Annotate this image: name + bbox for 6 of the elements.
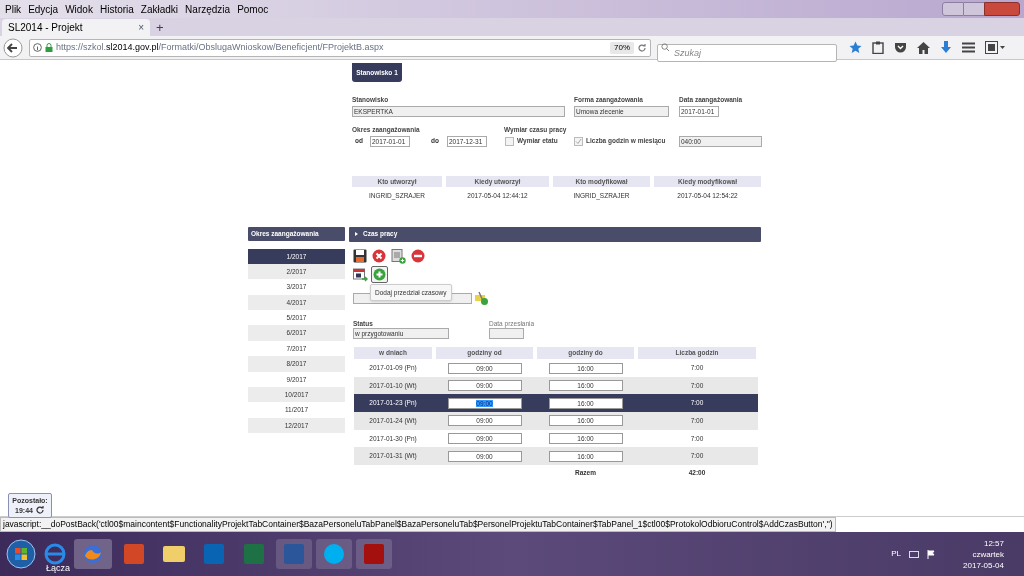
tab-title: SL2014 - Projekt [8, 21, 83, 35]
weekday: czwartek [972, 548, 1004, 560]
hover-label: Łącza [46, 561, 71, 575]
date: 2017-05-04 [963, 559, 1004, 571]
status-url: javascript:__doPostBack('ctl00$maincontent$FunctionalityProjektTabContainer$BazaPersoneluTabPanel$BazaPersoneluTab$PersonelProjektuTabContainer$TabPanel_1$ctl00$ProtokolOdbioruControl$AddCzasButton','') [0, 517, 836, 532]
url-text: https://szkol.sl2014.gov.pl/Formatki/ObslugaWnioskow/Beneficjent/FProjektB.aspx [56, 40, 384, 54]
